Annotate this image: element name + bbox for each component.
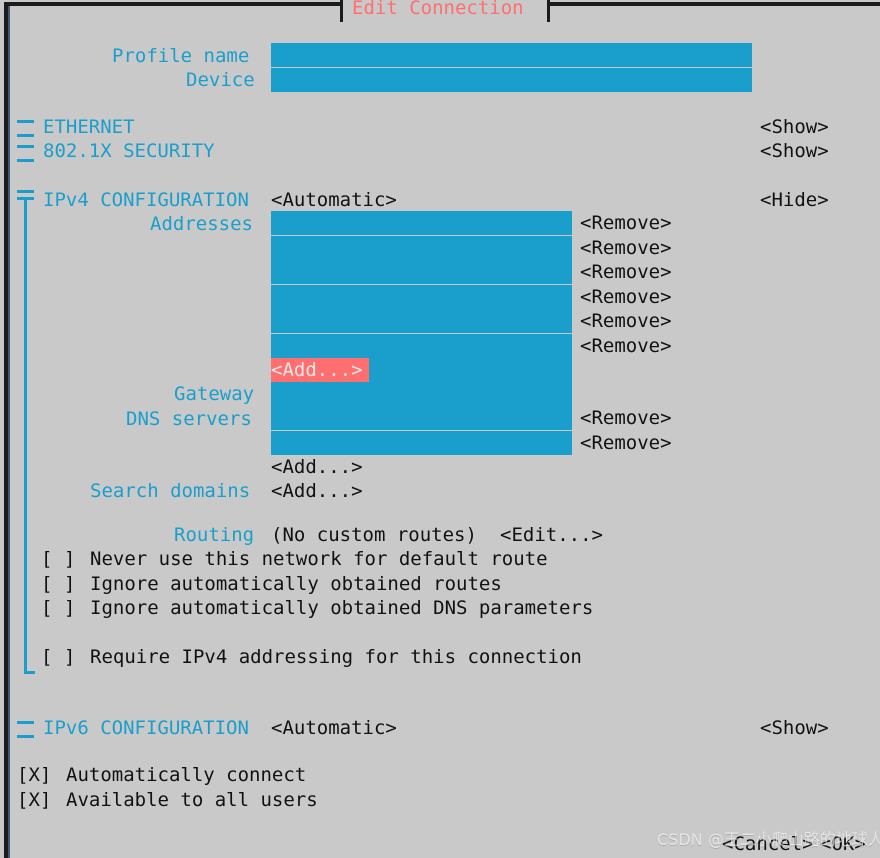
ipv4-checkbox-label-3: Require IPv4 addressing for this connect… bbox=[90, 646, 582, 668]
footer-checkbox-box-1[interactable]: [X] bbox=[17, 788, 51, 813]
ipv4-gateway-label: Gateway bbox=[174, 383, 255, 405]
footer-checkbox-box-0[interactable]: [X] bbox=[17, 763, 51, 788]
ipv4-section-tree-line bbox=[24, 197, 27, 674]
ipv4-checkbox-box-3[interactable]: [ ] bbox=[41, 645, 75, 670]
ipv4-checkbox-box-1[interactable]: [ ] bbox=[41, 572, 75, 597]
profile-name-input[interactable]: ens160 bbox=[271, 43, 752, 67]
ipv4-address-remove-1[interactable]: <Remove> bbox=[580, 236, 672, 261]
ipv4-addresses-add-button[interactable]: <Add...> bbox=[271, 358, 369, 382]
ipv4-dns-remove-0[interactable]: <Remove> bbox=[580, 406, 672, 431]
ipv4-checkbox-box-2[interactable]: [ ] bbox=[41, 596, 75, 621]
ethernet-show-toggle[interactable]: <Show> bbox=[760, 115, 829, 140]
profile-name-label: Profile name bbox=[112, 45, 250, 67]
ipv4-address-input-3[interactable]: 192.168.88.120/24 bbox=[271, 285, 572, 309]
ipv4-address-remove-4[interactable]: <Remove> bbox=[580, 309, 672, 334]
ipv4-hide-toggle[interactable]: <Hide> bbox=[760, 188, 829, 213]
window-border-left-highlight bbox=[8, 6, 10, 858]
ipv4-routing-value: (No custom routes) bbox=[271, 524, 477, 546]
ipv4-section-label: IPv4 CONFIGURATION bbox=[43, 189, 249, 211]
ipv4-dns-input-0[interactable]: 114.114.114.114 bbox=[271, 406, 572, 430]
ipv4-dns-remove-1[interactable]: <Remove> bbox=[580, 431, 672, 456]
ipv4-address-remove-2[interactable]: <Remove> bbox=[580, 260, 672, 285]
ipv4-address-remove-5[interactable]: <Remove> bbox=[580, 334, 672, 359]
ipv4-checkbox-box-0[interactable]: [ ] bbox=[41, 547, 75, 572]
ipv4-gateway-input[interactable]: 192.168.88.2 bbox=[271, 382, 572, 406]
ipv4-dns-add-button[interactable]: <Add...> bbox=[271, 455, 363, 480]
ethernet-section-label: ETHERNET bbox=[43, 116, 135, 138]
ipv6-mode-select[interactable]: <Automatic> bbox=[271, 716, 397, 741]
ipv4-dns-input-1[interactable]: 8.8.8.8 bbox=[271, 431, 572, 455]
security-section-marker-icon bbox=[17, 145, 34, 162]
ipv4-section-marker-icon-top bbox=[17, 190, 34, 193]
ipv4-search-domains-label: Search domains bbox=[90, 480, 251, 502]
ipv4-checkbox-label-1: Ignore automatically obtained routes bbox=[90, 573, 502, 595]
security-show-toggle[interactable]: <Show> bbox=[760, 139, 829, 164]
ipv4-checkbox-label-2: Ignore automatically obtained DNS parame… bbox=[90, 597, 594, 619]
ipv4-routing-edit-button[interactable]: <Edit...> bbox=[500, 523, 603, 548]
ipv4-addresses-label: Addresses bbox=[150, 213, 253, 235]
ethernet-section-marker-icon bbox=[17, 120, 34, 137]
ipv6-section-marker-icon bbox=[17, 721, 34, 738]
ipv4-address-remove-3[interactable]: <Remove> bbox=[580, 285, 672, 310]
device-label: Device bbox=[186, 69, 255, 91]
nmtui-edit-connection-window: Edit Connection Profile name ens160 Devi… bbox=[0, 0, 880, 858]
ipv4-address-input-2[interactable]: 192.168.88.200/24 bbox=[271, 260, 572, 284]
ipv4-dns-label: DNS servers bbox=[126, 408, 252, 430]
ipv4-mode-select[interactable]: <Automatic> bbox=[271, 188, 397, 213]
title-bar-tick-left bbox=[340, 0, 343, 22]
ipv6-section-label: IPv6 CONFIGURATION bbox=[43, 717, 249, 739]
ipv4-address-input-0[interactable]: 192.168.88.5/24 bbox=[271, 211, 572, 235]
title-bar-tick-right bbox=[547, 0, 550, 22]
ipv4-routing-label: Routing bbox=[174, 524, 255, 546]
window-title: Edit Connection bbox=[352, 0, 524, 19]
ipv4-section-tree-foot bbox=[24, 671, 35, 674]
ipv4-search-domains-add-button[interactable]: <Add...> bbox=[271, 479, 363, 504]
ipv4-address-input-1[interactable]: 192.168.88.100/24 bbox=[271, 236, 572, 260]
footer-checkbox-label-1: Available to all users bbox=[66, 789, 318, 811]
ok-button[interactable]: <OK> bbox=[820, 832, 866, 857]
ipv4-address-input-4[interactable]: 192.168.88.130/24 bbox=[271, 309, 572, 333]
ipv6-show-toggle[interactable]: <Show> bbox=[760, 716, 829, 741]
cancel-button[interactable]: <Cancel> bbox=[722, 832, 814, 857]
ipv4-address-input-5[interactable]: 192.168.88.140/24 bbox=[271, 334, 572, 358]
ipv4-checkbox-label-0: Never use this network for default route bbox=[90, 548, 548, 570]
security-section-label: 802.1X SECURITY bbox=[43, 140, 215, 162]
footer-checkbox-label-0: Automatically connect bbox=[66, 764, 307, 786]
device-select[interactable]: ens160 (00:0C:29:37:D2:D7) bbox=[271, 68, 752, 92]
ipv4-address-remove-0[interactable]: <Remove> bbox=[580, 211, 672, 236]
